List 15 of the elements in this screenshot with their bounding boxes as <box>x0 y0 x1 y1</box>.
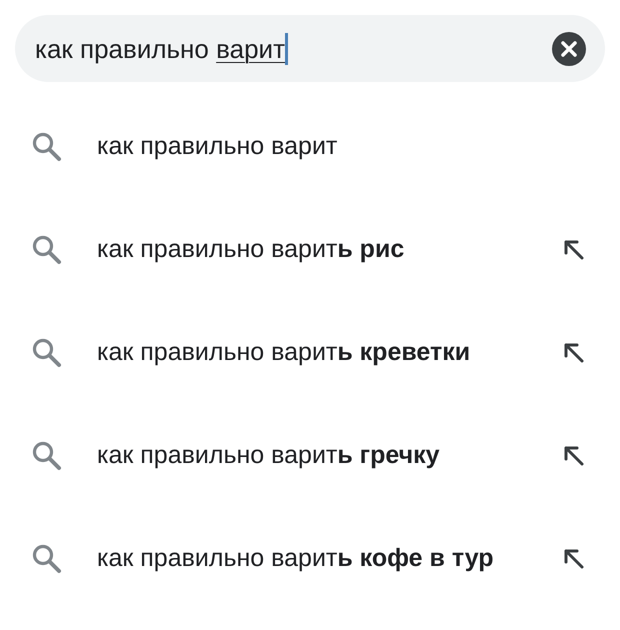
suggestion-item[interactable]: как правильно варить гречку <box>97 441 562 470</box>
arrow-icon[interactable] <box>562 546 586 570</box>
search-icon <box>31 234 63 266</box>
arrow-icon[interactable] <box>562 444 586 468</box>
search-icon <box>31 336 63 368</box>
clear-icon[interactable] <box>552 32 586 66</box>
search-icon <box>31 130 63 162</box>
search-icon <box>31 542 63 574</box>
search-icon <box>31 440 63 472</box>
suggestion-item[interactable]: как правильно варит <box>97 132 586 161</box>
arrow-icon[interactable] <box>562 340 586 364</box>
suggestion-item[interactable]: как правильно варить кофе в тур <box>97 544 562 573</box>
suggestion-item[interactable]: как правильно варить креветки <box>97 338 562 367</box>
arrow-icon[interactable] <box>562 238 586 262</box>
suggestion-item[interactable]: как правильно варить рис <box>97 235 562 264</box>
